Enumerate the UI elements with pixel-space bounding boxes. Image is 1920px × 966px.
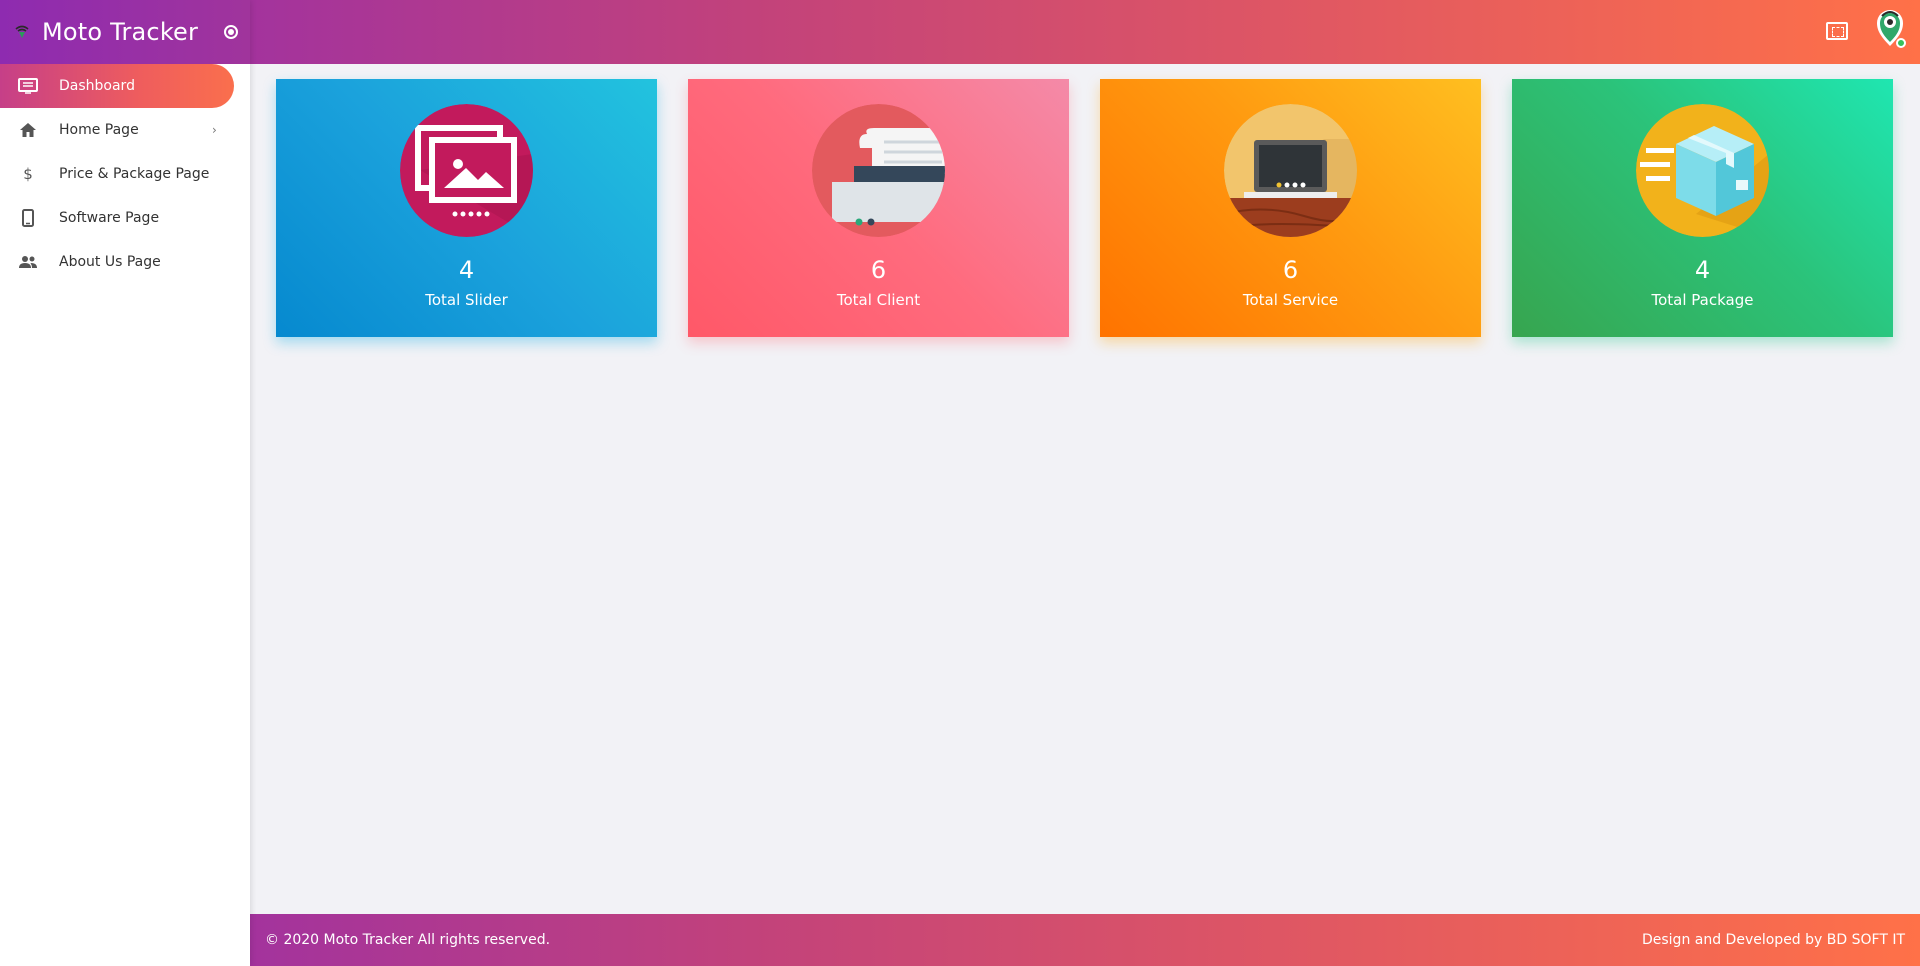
brand-bar: Moto Tracker	[0, 0, 250, 64]
dollar-icon: $	[23, 165, 33, 183]
card-count: 6	[870, 256, 887, 284]
brand-title[interactable]: Moto Tracker	[42, 18, 198, 46]
chevron-right-icon: ›	[212, 123, 217, 137]
card-count: 4	[458, 256, 475, 284]
user-avatar-icon[interactable]	[1874, 8, 1906, 48]
card-label: Total Slider	[425, 291, 508, 309]
footer: © 2020 Moto Tracker All rights reserved.…	[250, 914, 1920, 966]
top-header	[250, 0, 1920, 64]
sidebar-item-label: Software Page	[59, 210, 160, 226]
sidebar-toggle-icon[interactable]	[224, 25, 239, 39]
sidebar-item-about-us[interactable]: About Us Page	[0, 240, 250, 284]
card-total-service[interactable]: 6 Total Service	[1100, 79, 1481, 337]
footer-credit[interactable]: Design and Developed by BD SOFT IT	[1642, 932, 1905, 948]
fullscreen-icon[interactable]	[1826, 22, 1848, 40]
sidebar-item-label: About Us Page	[59, 254, 161, 270]
slider-gallery-icon	[400, 104, 533, 237]
card-total-package[interactable]: 4 Total Package	[1512, 79, 1893, 337]
sidebar: Moto Tracker Dashboard Home Page › $ Pri…	[0, 0, 250, 966]
footer-copyright: © 2020 Moto Tracker All rights reserved.	[265, 932, 551, 948]
card-label: Total Service	[1242, 291, 1339, 309]
online-status-indicator	[1896, 38, 1906, 48]
sidebar-item-label: Home Page	[59, 122, 139, 138]
sidebar-item-label: Dashboard	[59, 78, 135, 94]
printer-client-icon	[812, 104, 945, 237]
people-icon	[18, 252, 38, 272]
sidebar-menu: Dashboard Home Page › $ Price & Package …	[0, 64, 250, 284]
card-count: 6	[1282, 256, 1299, 284]
card-count: 4	[1694, 256, 1711, 284]
card-total-client[interactable]: 6 Total Client	[688, 79, 1069, 337]
sidebar-item-dashboard[interactable]: Dashboard	[0, 64, 234, 108]
home-icon	[18, 120, 38, 140]
mobile-icon	[18, 208, 38, 228]
card-total-slider[interactable]: 4 Total Slider	[276, 79, 657, 337]
sidebar-item-price-package[interactable]: $ Price & Package Page	[0, 152, 250, 196]
card-label: Total Package	[1651, 291, 1754, 309]
sidebar-item-home-page[interactable]: Home Page ›	[0, 108, 250, 152]
laptop-service-icon	[1224, 104, 1357, 237]
package-box-icon	[1636, 104, 1769, 237]
sidebar-item-label: Price & Package Page	[59, 166, 210, 182]
brand-logo-icon	[15, 25, 29, 38]
card-label: Total Client	[836, 291, 921, 309]
sidebar-item-software[interactable]: Software Page	[0, 196, 250, 240]
dashboard-icon	[18, 76, 38, 96]
stats-cards: 4 Total Slider 6 Total Client 6 Total Se…	[276, 79, 1893, 337]
